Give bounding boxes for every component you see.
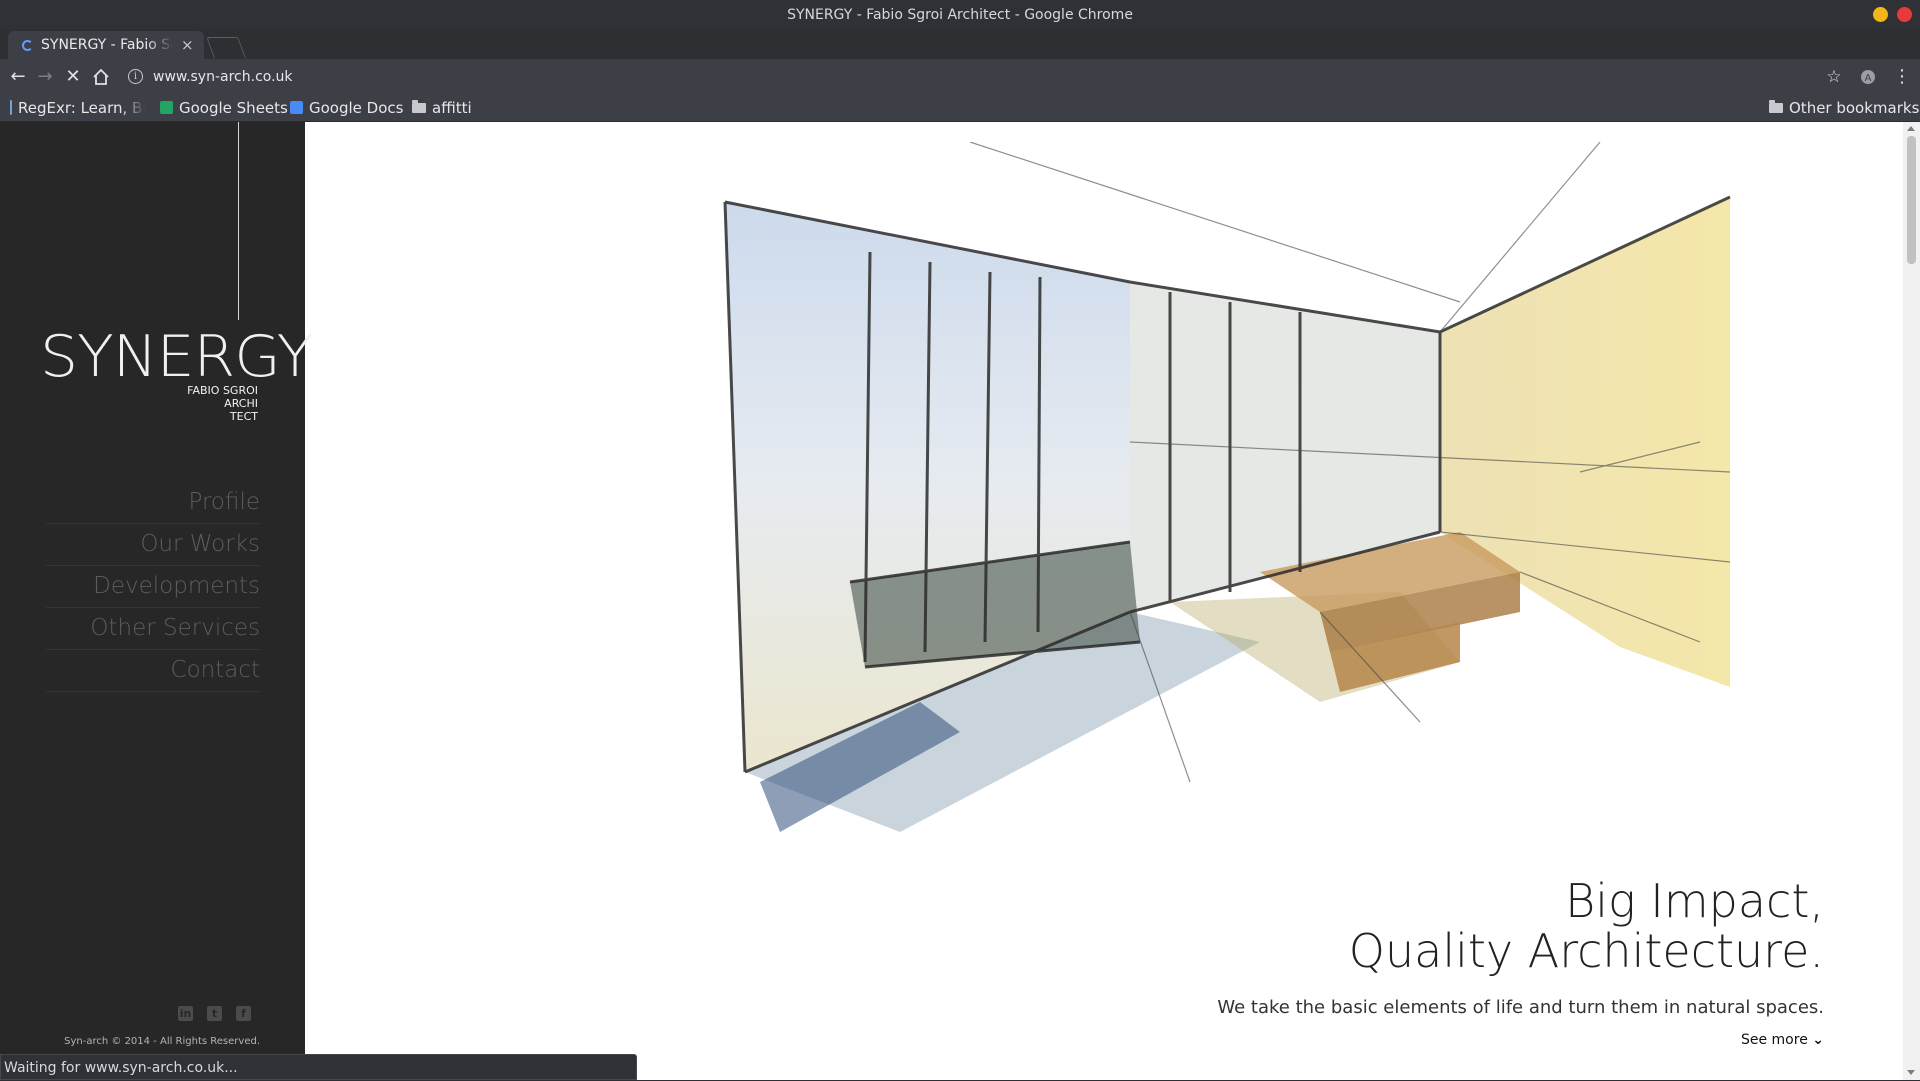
new-tab-button[interactable] [206, 37, 246, 58]
bookmark-folder-affitti[interactable]: affitti [412, 98, 472, 117]
headline-line: Quality Architecture. [1348, 924, 1824, 978]
linkedin-icon[interactable]: in [178, 1006, 193, 1021]
site-logo[interactable]: SYNERGY [40, 324, 313, 391]
svg-text:A: A [1865, 73, 1872, 84]
stop-loading-icon[interactable]: ✕ [61, 65, 85, 89]
twitter-icon[interactable]: t [207, 1006, 222, 1021]
facebook-icon[interactable]: f [236, 1006, 251, 1021]
hero-headline: Big Impact, Quality Architecture. [1100, 876, 1824, 976]
forward-arrow-icon[interactable]: → [33, 65, 57, 89]
bookmarks-bar: RegExr: Learn, Build, & Test RegEx Googl… [0, 94, 1920, 122]
docs-icon [290, 101, 303, 114]
nav-item-developments[interactable]: Developments [46, 566, 260, 608]
menu-dots-icon[interactable]: ⋮ [1890, 65, 1914, 89]
loading-spinner-icon [22, 39, 33, 51]
copyright-text: Syn-arch © 2014 - All Rights Reserved. [64, 1036, 260, 1047]
nav-item-other-services[interactable]: Other Services [46, 608, 260, 650]
browser-toolbar: ← → ✕ i www.syn-arch.co.uk ☆ A ⋮ [0, 59, 1920, 94]
tab-active[interactable]: SYNERGY - Fabio Sgroi Architect × [8, 31, 204, 59]
nav-item-contact[interactable]: Contact [46, 650, 260, 692]
logo-subtitle: FABIO SGROI ARCHI TECT [140, 384, 258, 423]
bookmark-label: RegExr: Learn, Build, & Test RegEx [18, 98, 145, 117]
nav-item-profile[interactable]: Profile [46, 482, 260, 524]
logo-subtitle-line: FABIO SGROI [187, 384, 258, 397]
bookmark-star-icon[interactable]: ☆ [1822, 65, 1846, 89]
back-arrow-icon[interactable]: ← [6, 65, 30, 89]
hero-architectural-sketch [723, 142, 1731, 832]
minimize-button[interactable] [1873, 7, 1888, 22]
web-page: SYNERGY FABIO SGROI ARCHI TECT Profile O… [0, 122, 1920, 1080]
site-nav: Profile Our Works Developments Other Ser… [46, 482, 260, 692]
scroll-down-icon[interactable] [1907, 1070, 1915, 1075]
home-icon[interactable] [89, 65, 113, 89]
address-bar[interactable]: i www.syn-arch.co.uk [122, 63, 1837, 90]
tab-strip: SYNERGY - Fabio Sgroi Architect × [0, 29, 1920, 59]
nav-item-our-works[interactable]: Our Works [46, 524, 260, 566]
bookmark-label: Google Sheets [179, 98, 288, 117]
bookmark-label: affitti [432, 98, 472, 117]
bookmark-label: Other bookmarks [1789, 98, 1920, 117]
social-links: in t f [178, 1006, 251, 1021]
headline-line: Big Impact, [1565, 874, 1824, 928]
page-scrollbar[interactable] [1903, 122, 1920, 1080]
site-info-icon[interactable]: i [128, 69, 143, 84]
other-bookmarks-folder[interactable]: Other bookmarks [1769, 98, 1919, 117]
bookmark-regexr[interactable]: RegExr: Learn, Build, & Test RegEx [10, 98, 145, 117]
decorative-line [238, 122, 239, 320]
site-sidebar: SYNERGY FABIO SGROI ARCHI TECT Profile O… [0, 122, 313, 1080]
bookmark-label: Google Docs [309, 98, 404, 117]
folder-icon [1769, 99, 1783, 113]
folder-icon [412, 99, 426, 113]
url-text: www.syn-arch.co.uk [153, 68, 293, 85]
status-bar: Waiting for www.syn-arch.co.uk... [0, 1054, 637, 1080]
bookmark-google-sheets[interactable]: Google Sheets [160, 98, 288, 117]
bookmark-google-docs[interactable]: Google Docs [290, 98, 403, 117]
scrollbar-thumb[interactable] [1907, 136, 1916, 264]
window-title-bar: SYNERGY - Fabio Sgroi Architect - Google… [0, 0, 1920, 29]
scroll-up-icon[interactable] [1907, 126, 1915, 131]
tab-title: SYNERGY - Fabio Sgroi Architect [41, 37, 173, 53]
window-title: SYNERGY - Fabio Sgroi Architect - Google… [787, 6, 1133, 23]
logo-subtitle-line: ARCHI [224, 397, 258, 410]
see-more-label: See more [1740, 1032, 1808, 1048]
tab-close-icon[interactable]: × [181, 36, 194, 54]
extension-icon[interactable]: A [1856, 65, 1880, 89]
logo-subtitle-line: TECT [229, 410, 258, 423]
sheets-icon [160, 101, 173, 114]
regexr-icon [10, 100, 12, 115]
hero-tagline: We take the basic elements of life and t… [1217, 997, 1824, 1018]
chevron-down-icon: ⌄ [1812, 1032, 1824, 1048]
see-more-link[interactable]: See more ⌄ [1640, 1032, 1824, 1048]
close-window-button[interactable] [1897, 7, 1912, 22]
